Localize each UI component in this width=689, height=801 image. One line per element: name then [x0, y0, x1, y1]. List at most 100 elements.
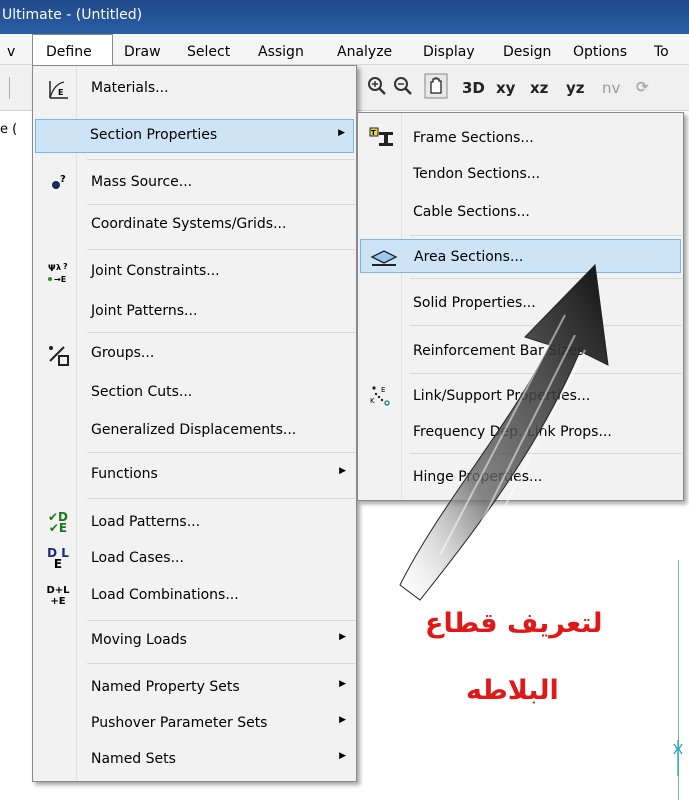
menu-item-label: Generalized Displacements...	[91, 422, 297, 438]
menu-item-label: Load Combinations...	[91, 587, 239, 603]
submenu-item-label: Frame Sections...	[413, 130, 534, 146]
menu-select[interactable]: Select	[187, 44, 230, 60]
submenu-arrow-icon: ▶	[339, 751, 346, 761]
annotation-text-line2: البلاطه	[466, 675, 559, 706]
svg-text:Ψ: Ψ	[48, 264, 56, 274]
submenu-item-frame-sections[interactable]: T Frame Sections...	[360, 121, 681, 155]
menu-item-joint-patterns[interactable]: Joint Patterns...	[35, 295, 354, 329]
menu-define[interactable]: Define	[32, 34, 113, 66]
submenu-item-tendon-sections[interactable]: Tendon Sections...	[360, 157, 681, 191]
menu-item-materials[interactable]: E Materials...	[35, 72, 354, 106]
menu-item-label: Pushover Parameter Sets	[91, 715, 268, 731]
load-cases-icon: D L E	[47, 546, 69, 571]
annotation-arrow-icon	[399, 263, 609, 601]
mass-source-icon: ?	[43, 172, 73, 194]
menu-item-load-cases[interactable]: D L E Load Cases...	[35, 542, 354, 576]
canvas-window-label: e (	[0, 122, 18, 137]
menu-display[interactable]: Display	[423, 44, 475, 60]
menu-item-label: Joint Constraints...	[91, 263, 220, 279]
menu-separator	[87, 332, 355, 333]
rotate-icon[interactable]: ⟳	[636, 78, 649, 96]
nv-view-button[interactable]: nv	[602, 79, 620, 97]
menu-define-label: Define	[46, 44, 92, 60]
xz-view-button[interactable]: xz	[530, 79, 548, 97]
svg-text:λ: λ	[56, 263, 61, 272]
svg-text:T: T	[371, 129, 376, 137]
submenu-arrow-icon: ▶	[339, 679, 346, 689]
submenu-arrow-icon: ▶	[338, 128, 345, 138]
menu-item-label: Load Cases...	[91, 550, 184, 566]
menu-item-label: Groups...	[91, 345, 155, 361]
load-patterns-icon: ✔D ✔E	[47, 510, 68, 535]
menu-item-functions[interactable]: Functions ▶	[35, 458, 354, 492]
define-dropdown-menu: E Materials... Section Properties ▶ ? Ma…	[32, 65, 357, 782]
menu-assign[interactable]: Assign	[258, 44, 304, 60]
svg-text:E: E	[58, 88, 63, 97]
toolbar-edge	[0, 77, 10, 99]
menu-item-pushover-parameter-sets[interactable]: Pushover Parameter Sets ▶	[35, 707, 354, 741]
menu-design[interactable]: Design	[503, 44, 551, 60]
materials-icon: E	[43, 78, 73, 100]
menu-separator	[87, 620, 355, 621]
submenu-item-label: Cable Sections...	[413, 204, 530, 220]
menu-item-named-sets[interactable]: Named Sets ▶	[35, 743, 354, 777]
menu-separator	[87, 204, 355, 205]
menu-item-named-property-sets[interactable]: Named Property Sets ▶	[35, 671, 354, 705]
menu-item-moving-loads[interactable]: Moving Loads ▶	[35, 624, 354, 658]
3d-view-icon[interactable]: 3D	[462, 79, 485, 97]
submenu-item-label: Tendon Sections...	[413, 166, 541, 182]
menu-separator	[87, 159, 355, 160]
menu-item-label: Named Sets	[91, 751, 176, 767]
menu-item-generalized-displacements[interactable]: Generalized Displacements...	[35, 414, 354, 448]
xy-view-button[interactable]: xy	[496, 79, 515, 97]
menu-item-label: Mass Source...	[91, 174, 193, 190]
menu-item-label: Moving Loads	[91, 632, 187, 648]
menu-item-groups[interactable]: Groups...	[35, 337, 354, 371]
frame-sections-icon: T	[368, 126, 398, 150]
title-bar: Ultimate - (Untitled)	[0, 0, 689, 34]
submenu-item-cable-sections[interactable]: Cable Sections...	[360, 195, 681, 229]
submenu-arrow-icon: ▶	[339, 632, 346, 642]
axis-marker-icon	[673, 740, 683, 776]
menu-item-label: Coordinate Systems/Grids...	[91, 216, 287, 232]
load-combinations-icon: D+L +E	[46, 585, 70, 607]
menu-separator	[87, 249, 355, 250]
menu-item-load-combinations[interactable]: D+L +E Load Combinations...	[35, 579, 354, 613]
svg-text:→E: →E	[54, 275, 66, 284]
svg-text:?: ?	[63, 262, 68, 271]
joint-constraints-icon: Ψλ? →E	[43, 261, 73, 284]
menu-item-section-cuts[interactable]: Section Cuts...	[35, 376, 354, 410]
menu-item-label: Joint Patterns...	[91, 303, 198, 319]
menu-item-joint-constraints[interactable]: Ψλ? →E Joint Constraints...	[35, 255, 354, 289]
svg-text:K: K	[370, 397, 375, 405]
menu-item-label: Named Property Sets	[91, 679, 240, 695]
groups-icon	[43, 343, 73, 366]
yz-view-button[interactable]: yz	[566, 79, 585, 97]
menu-item-mass-source[interactable]: ? Mass Source...	[35, 166, 354, 200]
menu-draw[interactable]: Draw	[124, 44, 161, 60]
pan-icon[interactable]	[424, 73, 448, 103]
menu-item-section-properties[interactable]: Section Properties ▶	[35, 119, 354, 153]
menu-item-label: Section Properties	[90, 127, 218, 143]
menu-separator	[87, 663, 355, 664]
menu-tools[interactable]: To	[654, 44, 669, 60]
menu-item-label: Section Cuts...	[91, 384, 193, 400]
menu-separator	[87, 452, 355, 453]
menu-item-label: Functions	[91, 466, 158, 482]
menu-analyze[interactable]: Analyze	[337, 44, 392, 60]
menu-item-label: Load Patterns...	[91, 514, 201, 530]
window-title: Ultimate - (Untitled)	[2, 7, 143, 23]
annotation-text-line1: لتعريف قطاع	[425, 608, 603, 639]
menu-separator	[87, 498, 355, 499]
submenu-arrow-icon: ▶	[339, 466, 346, 476]
zoom-out-icon[interactable]	[392, 75, 414, 101]
menu-item-coordinate-systems[interactable]: Coordinate Systems/Grids...	[35, 208, 354, 242]
menu-view[interactable]: v	[7, 44, 15, 60]
submenu-arrow-icon: ▶	[339, 715, 346, 725]
zoom-in-icon[interactable]	[366, 75, 388, 101]
svg-text:?: ?	[60, 174, 66, 185]
menu-separator	[410, 235, 682, 236]
menu-item-label: Materials...	[91, 80, 169, 96]
menu-options[interactable]: Options	[573, 44, 627, 60]
menu-item-load-patterns[interactable]: ✔D ✔E Load Patterns...	[35, 506, 354, 540]
